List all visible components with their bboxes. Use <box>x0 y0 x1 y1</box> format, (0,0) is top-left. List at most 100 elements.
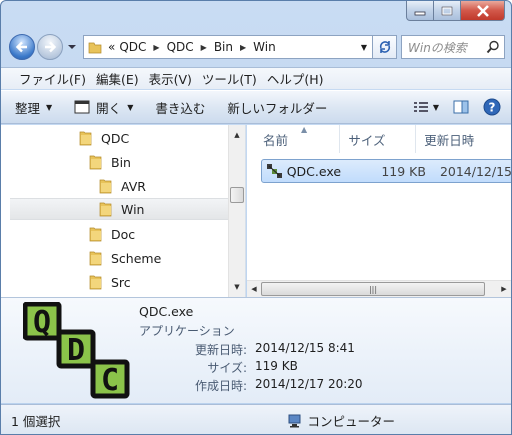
folder-icon <box>89 275 102 290</box>
maximize-button[interactable] <box>434 1 461 21</box>
minimize-icon <box>414 11 426 15</box>
tree-item-label: Src <box>111 274 131 290</box>
icon-letter-q: Q <box>33 305 51 340</box>
help-icon[interactable]: ? <box>483 98 501 116</box>
file-horizontal-scrollbar[interactable]: ◀ ||| ▶ <box>247 280 511 297</box>
tree-item-avr[interactable]: AVR <box>99 175 146 197</box>
menu-bar: ファイル(F) 編集(E) 表示(V) ツール(T) ヘルプ(H) <box>1 67 511 89</box>
icon-letter-c: C <box>101 363 119 398</box>
tree-item-label: Win <box>121 201 145 217</box>
qdc-application-icon: Q D C <box>23 302 130 399</box>
tree-item-label: QDC <box>101 130 130 146</box>
column-label: サイズ <box>348 132 386 148</box>
tree-item-bin[interactable]: Bin <box>89 151 131 173</box>
command-bar: 整理 ▼ 開く ▼ 書き込む 新しいフォルダー ▼ ? <box>1 90 511 124</box>
sort-ascending-icon: ▲ <box>301 125 308 134</box>
details-size-value: 119 KB <box>255 359 298 373</box>
forward-button[interactable] <box>37 34 63 60</box>
column-header-size[interactable]: サイズ <box>340 125 417 153</box>
file-modified: 2014/12/15 <box>439 163 511 179</box>
address-segment[interactable]: QDC <box>119 40 146 54</box>
close-button[interactable] <box>461 1 505 21</box>
refresh-icon <box>379 41 390 53</box>
file-name: QDC.exe <box>286 163 342 179</box>
navigation-row: « QDC ▶ QDC ▶ Bin ▶ Win ▼ Winの検索 <box>7 31 505 63</box>
folder-icon <box>99 179 112 194</box>
back-button[interactable] <box>9 34 35 60</box>
menu-tools[interactable]: ツール(T) <box>202 69 257 88</box>
burn-button[interactable]: 書き込む <box>155 98 205 117</box>
details-modified-value: 2014/12/15 8:41 <box>255 341 355 355</box>
scrollbar-thumb[interactable]: ||| <box>261 282 485 296</box>
tree-item-qdc[interactable]: QDC <box>79 127 129 149</box>
scroll-right-icon[interactable]: ▶ <box>497 281 511 297</box>
chevron-right-icon[interactable]: ▶ <box>201 43 207 52</box>
folder-icon <box>89 227 102 242</box>
organize-button[interactable]: 整理 ▼ <box>15 98 52 117</box>
scrollbar-thumb[interactable] <box>230 187 244 203</box>
address-bar[interactable]: « QDC ▶ QDC ▶ Bin ▶ Win ▼ <box>83 35 373 59</box>
details-filename: QDC.exe <box>139 304 194 319</box>
folder-icon <box>88 42 102 54</box>
preview-pane-icon[interactable] <box>453 100 469 114</box>
menu-help[interactable]: ヘルプ(H) <box>267 69 324 88</box>
tree-item-scheme[interactable]: Scheme <box>89 247 161 269</box>
explorer-window: « QDC ▶ QDC ▶ Bin ▶ Win ▼ Winの検索 ファイル(F)… <box>0 0 512 435</box>
address-overflow[interactable]: « <box>108 40 115 54</box>
minimize-button[interactable] <box>406 1 434 21</box>
column-header-name[interactable]: 名前 ▲ <box>247 125 341 153</box>
address-segment[interactable]: Win <box>253 40 276 54</box>
tree-item-win[interactable]: Win <box>10 198 228 220</box>
organize-label: 整理 <box>15 100 41 116</box>
chevron-right-icon[interactable]: ▶ <box>153 43 159 52</box>
tree-item-src[interactable]: Src <box>89 271 131 293</box>
column-header-modified[interactable]: 更新日時 <box>416 125 511 153</box>
view-controls: ▼ ? <box>399 98 501 116</box>
status-location-label: コンピューター <box>307 414 395 429</box>
folder-icon <box>89 251 102 266</box>
caption-buttons <box>406 1 505 21</box>
application-icon <box>74 100 90 114</box>
tree-item-label: Doc <box>111 226 136 242</box>
details-created-label: 作成日時: <box>194 379 247 393</box>
status-selection: 1 個選択 <box>11 414 61 429</box>
file-list-pane: 名前 ▲ サイズ 更新日時 QDC.exe 119 KB 2014/12/15 … <box>247 125 511 297</box>
menu-edit[interactable]: 編集(E) <box>96 69 139 88</box>
folder-icon <box>89 155 102 170</box>
file-row[interactable]: QDC.exe 119 KB 2014/12/15 <box>261 159 511 183</box>
recent-pages-dropdown-icon[interactable] <box>67 43 77 51</box>
close-icon <box>476 4 489 17</box>
menu-view[interactable]: 表示(V) <box>149 69 192 88</box>
tree-vertical-scrollbar[interactable]: ▲ ▼ <box>228 125 245 297</box>
new-folder-button[interactable]: 新しいフォルダー <box>227 98 327 117</box>
details-modified-label: 更新日時: <box>194 343 247 357</box>
scroll-down-icon[interactable]: ▼ <box>229 279 245 295</box>
address-segment[interactable]: Bin <box>214 40 233 54</box>
tree-item-label: Bin <box>111 154 131 170</box>
chevron-down-icon: ▼ <box>127 102 134 112</box>
details-size-label: サイズ: <box>207 361 247 375</box>
chevron-down-icon: ▼ <box>432 102 439 112</box>
back-arrow-icon <box>15 41 27 53</box>
search-input[interactable]: Winの検索 <box>401 35 505 59</box>
search-icon[interactable] <box>486 40 500 54</box>
computer-icon <box>288 414 301 427</box>
change-view-button[interactable]: ▼ <box>413 100 439 114</box>
address-segment[interactable]: QDC <box>167 40 194 54</box>
chevron-right-icon[interactable]: ▶ <box>240 43 246 52</box>
forward-arrow-icon <box>45 41 57 53</box>
details-type: アプリケーション <box>139 324 235 338</box>
search-placeholder: Winの検索 <box>408 40 467 55</box>
address-dropdown-icon[interactable]: ▼ <box>356 43 372 52</box>
menu-file[interactable]: ファイル(F) <box>19 69 86 88</box>
column-label: 更新日時 <box>424 132 475 148</box>
nav-buttons <box>7 31 81 63</box>
open-button[interactable]: 開く ▼ <box>74 98 133 117</box>
scroll-left-icon[interactable]: ◀ <box>247 281 261 297</box>
tree-item-label: AVR <box>121 178 146 194</box>
icon-letter-d: D <box>67 333 85 368</box>
scroll-up-icon[interactable]: ▲ <box>229 127 245 143</box>
tree-item-doc[interactable]: Doc <box>89 223 135 245</box>
open-label: 開く <box>96 100 122 116</box>
refresh-button[interactable] <box>373 35 397 59</box>
